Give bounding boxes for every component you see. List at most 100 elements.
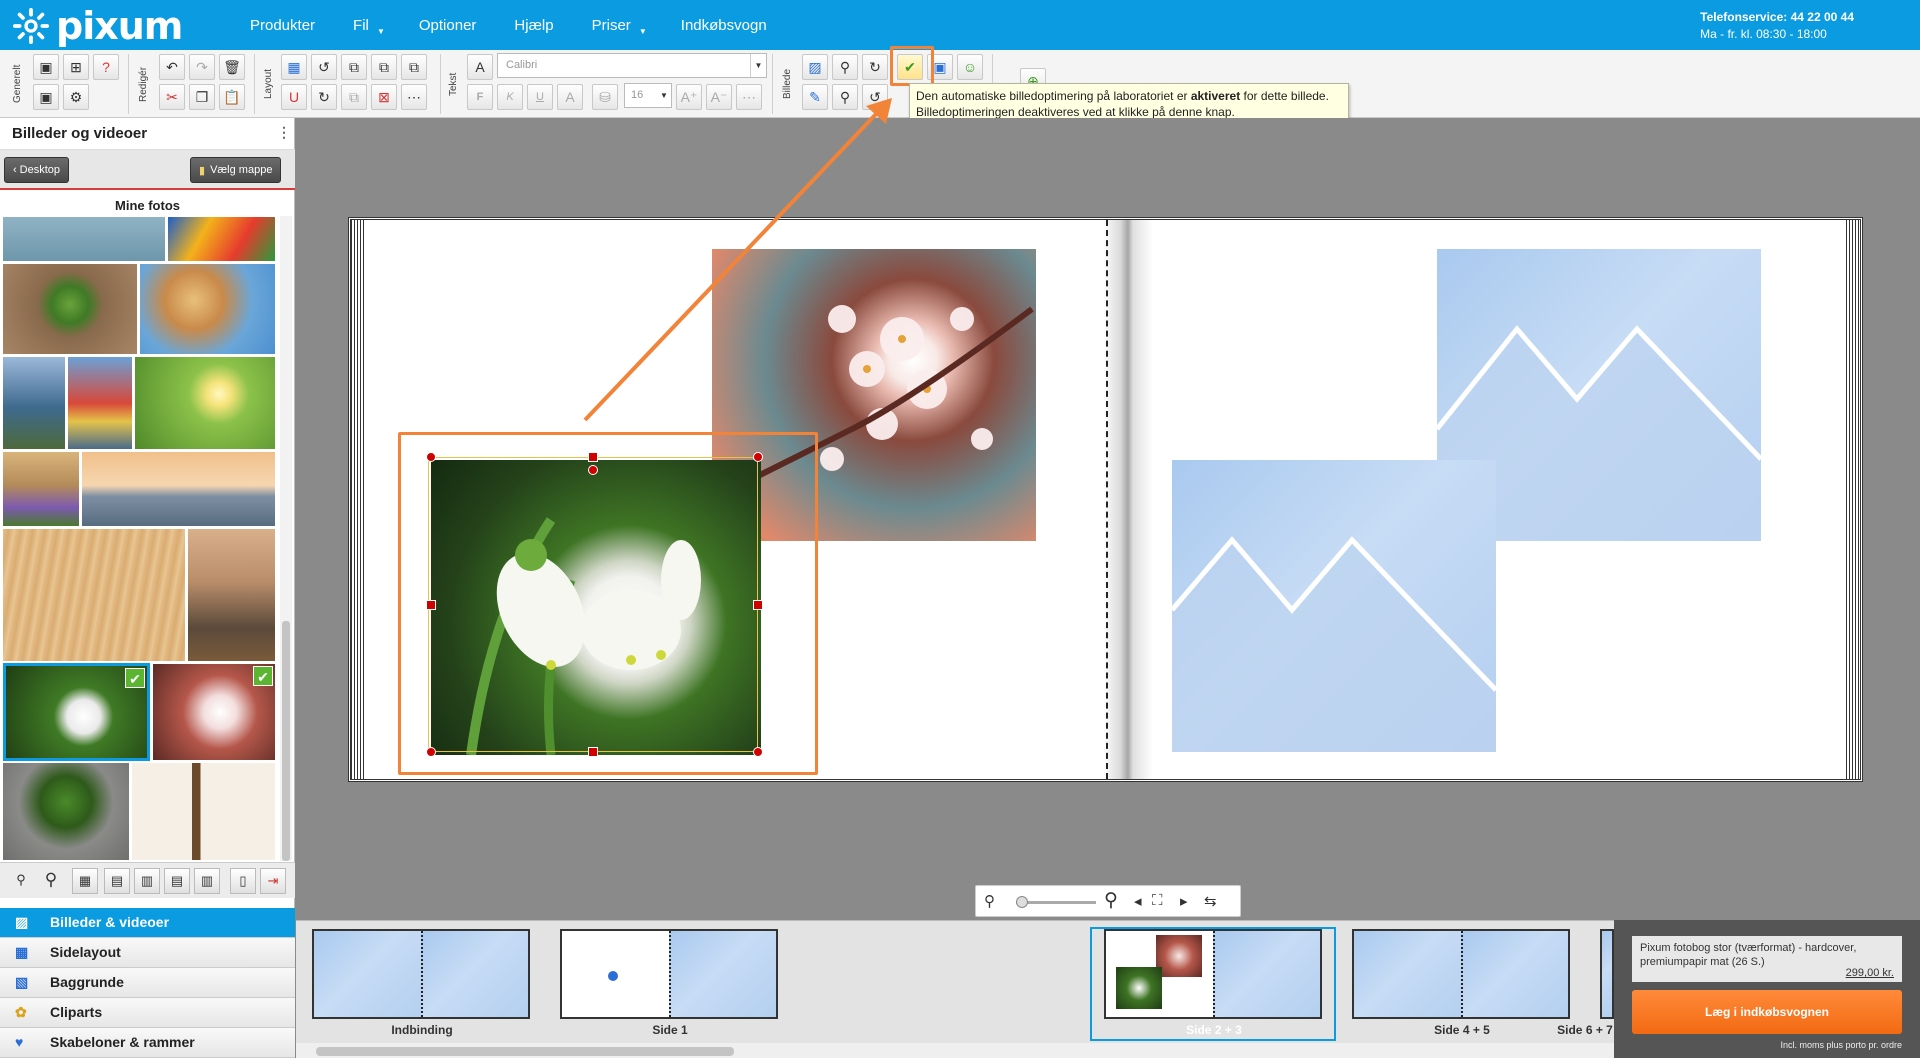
photo-thumb[interactable] xyxy=(2,263,138,355)
more-layout-button[interactable]: ⋯ xyxy=(401,84,427,110)
italic-button[interactable]: K xyxy=(497,84,523,110)
photo-thumb-selected[interactable]: ✔ xyxy=(3,663,150,761)
view-mode-4-button[interactable]: ▥ xyxy=(194,868,220,894)
photo-thumb[interactable] xyxy=(81,451,276,527)
scrollbar-thumb[interactable] xyxy=(316,1047,734,1056)
photo-thumb[interactable] xyxy=(131,762,276,861)
view-mode-3-button[interactable]: ▤ xyxy=(164,868,190,894)
nav-hjaelp[interactable]: Hjælp xyxy=(514,17,553,34)
choose-folder-button[interactable]: ▮ Vælg mappe xyxy=(190,157,282,183)
photo-thumb[interactable] xyxy=(2,528,186,662)
photo-thumb[interactable] xyxy=(134,356,276,450)
bring-forward-button[interactable]: ⧉ xyxy=(341,54,367,80)
increase-font-button[interactable]: A⁺ xyxy=(676,84,702,110)
divider xyxy=(772,54,773,114)
font-select[interactable]: Calibri ▼ xyxy=(497,53,767,78)
save-as-button[interactable]: ▣ xyxy=(33,84,59,110)
zoom-slider[interactable] xyxy=(1016,901,1096,904)
grid-view-button[interactable]: ▦ xyxy=(72,868,98,894)
nav-priser[interactable]: Priser ▼ xyxy=(592,17,647,36)
help-button[interactable]: ? xyxy=(93,54,119,80)
zoom-out-icon[interactable]: ⚲ xyxy=(984,892,995,910)
book-view-button[interactable]: ▯ xyxy=(230,868,256,894)
add-to-cart-button[interactable]: Læg i indkøbsvognen xyxy=(1632,990,1902,1034)
image-placeholder-bottom[interactable] xyxy=(1172,460,1496,752)
save-button[interactable]: ▣ xyxy=(33,54,59,80)
grid-button[interactable]: ▦ xyxy=(281,54,307,80)
page-thumb-side4-5[interactable] xyxy=(1352,929,1570,1019)
menu-billeder-videoer[interactable]: ▨ Billeder & videoer xyxy=(0,908,295,938)
photo-thumb[interactable] xyxy=(2,451,80,527)
filmstrip-scrollbar[interactable] xyxy=(296,1043,1614,1058)
nav-fil[interactable]: Fil ▼ xyxy=(353,17,385,36)
redo-button[interactable]: ↷ xyxy=(189,54,215,80)
vertical-dots-icon[interactable]: ⋮ xyxy=(277,124,291,141)
image-zoom-button[interactable]: ⚲ xyxy=(832,54,858,80)
photo-thumb[interactable] xyxy=(2,762,130,861)
rotate-right-button[interactable]: ↻ xyxy=(311,84,337,110)
font-size-select[interactable]: 16 ▼ xyxy=(624,83,672,108)
rotate-image-ccw-button[interactable]: ↺ xyxy=(862,84,888,110)
zoom-slider-knob[interactable] xyxy=(1016,896,1028,908)
photo-thumb[interactable] xyxy=(139,263,276,355)
desktop-button[interactable]: ‹ Desktop xyxy=(4,157,70,183)
undo-button[interactable]: ↶ xyxy=(159,54,185,80)
more-text-button[interactable]: ⋯ xyxy=(736,84,762,110)
next-page-icon[interactable]: ▸ xyxy=(1180,892,1188,910)
photo-thumb[interactable] xyxy=(67,356,133,450)
paste-button[interactable]: 📋 xyxy=(219,84,245,110)
menu-cliparts[interactable]: ✿ Cliparts xyxy=(0,998,295,1028)
zoom-in-icon[interactable]: ⚲ xyxy=(38,868,64,894)
group-button[interactable]: ⧉ xyxy=(341,84,367,110)
menu-sidelayout[interactable]: ▦ Sidelayout xyxy=(0,938,295,968)
view-mode-1-button[interactable]: ▤ xyxy=(104,868,130,894)
zoom-out-image-button[interactable]: ⚲ xyxy=(832,84,858,110)
template-icon: ♥ xyxy=(15,1034,24,1050)
swap-pages-icon[interactable]: ⇆ xyxy=(1204,892,1217,910)
pixum-logo[interactable]: pixum xyxy=(12,6,183,46)
delete-button[interactable]: 🗑 xyxy=(219,54,245,80)
page-thumb-side1[interactable] xyxy=(560,929,778,1019)
font-color-button[interactable]: A xyxy=(557,84,583,110)
send-backward-button[interactable]: ⧉ xyxy=(401,54,427,80)
view-mode-2-button[interactable]: ▥ xyxy=(134,868,160,894)
scrollbar-thumb[interactable] xyxy=(282,621,290,861)
photo-thumb[interactable] xyxy=(187,528,276,662)
add-image-button[interactable]: ▨ xyxy=(802,54,828,80)
remove-element-button[interactable]: ⊠ xyxy=(371,84,397,110)
nav-produkter[interactable]: Produkter xyxy=(250,17,315,34)
menu-skabeloner[interactable]: ♥ Skabeloner & rammer xyxy=(0,1028,295,1058)
cut-button[interactable]: ✂ xyxy=(159,84,185,110)
bring-to-front-button[interactable]: ⧉ xyxy=(371,54,397,80)
copy-button[interactable]: ❐ xyxy=(189,84,215,110)
page-thumb-side6-7[interactable] xyxy=(1600,929,1614,1019)
product-price[interactable]: 299,00 kr. xyxy=(1846,966,1894,980)
page-thumb-cover[interactable] xyxy=(312,929,530,1019)
photo-thumb[interactable] xyxy=(2,216,166,262)
open-project-button[interactable]: ⊞ xyxy=(63,54,89,80)
export-button[interactable]: ⇥ xyxy=(260,868,286,894)
decrease-font-button[interactable]: A⁻ xyxy=(706,84,732,110)
photo-thumb-used[interactable]: ✔ xyxy=(152,663,276,761)
smiley-button[interactable]: ☺ xyxy=(957,54,983,80)
zoom-in-icon[interactable]: ⚲ xyxy=(1104,889,1118,912)
menu-baggrunde[interactable]: ▧ Baggrunde xyxy=(0,968,295,998)
text-bg-button[interactable]: ⛁ xyxy=(592,84,618,110)
edit-image-button[interactable]: ✎ xyxy=(802,84,828,110)
add-text-button[interactable]: A xyxy=(467,54,493,80)
nav-optioner[interactable]: Optioner xyxy=(419,17,477,34)
nav-indkobsvogn[interactable]: Indkøbsvogn xyxy=(681,17,767,34)
prev-page-icon[interactable]: ◂ xyxy=(1134,892,1142,910)
bold-button[interactable]: F xyxy=(467,84,493,110)
zoom-out-icon[interactable]: ⚲ xyxy=(8,868,34,894)
underline-button[interactable]: U xyxy=(527,84,553,110)
photo-thumb[interactable] xyxy=(2,356,66,450)
image-rotate-button[interactable]: ↻ xyxy=(862,54,888,80)
page-thumb-side2-3[interactable] xyxy=(1104,929,1322,1019)
fit-screen-icon[interactable]: ⛶ xyxy=(1152,892,1163,909)
settings-button[interactable]: ⚙ xyxy=(63,84,89,110)
magnet-button[interactable]: U xyxy=(281,84,307,110)
photo-scrollbar[interactable] xyxy=(280,216,292,861)
rotate-left-button[interactable]: ↺ xyxy=(311,54,337,80)
photo-thumb[interactable] xyxy=(167,216,276,262)
